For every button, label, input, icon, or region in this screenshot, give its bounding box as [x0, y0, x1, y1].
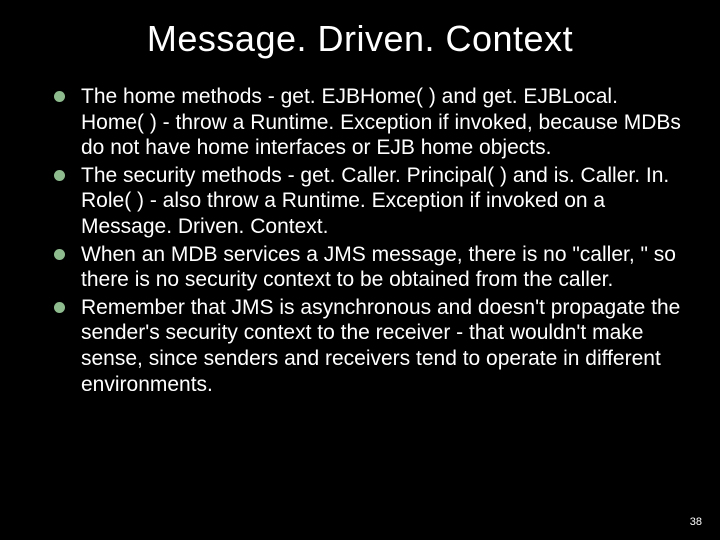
- list-item: Remember that JMS is asynchronous and do…: [54, 295, 684, 397]
- bullet-text: When an MDB services a JMS message, ther…: [81, 242, 684, 293]
- bullet-icon: [54, 249, 65, 260]
- slide: Message. Driven. Context The home method…: [0, 0, 720, 540]
- bullet-text: The home methods - get. EJBHome( ) and g…: [81, 84, 684, 161]
- bullet-icon: [54, 302, 65, 313]
- bullet-icon: [54, 170, 65, 181]
- bullet-text: The security methods - get. Caller. Prin…: [81, 163, 684, 240]
- bullet-icon: [54, 91, 65, 102]
- list-item: The security methods - get. Caller. Prin…: [54, 163, 684, 240]
- page-number: 38: [690, 516, 702, 528]
- slide-content: The home methods - get. EJBHome( ) and g…: [36, 84, 684, 397]
- list-item: When an MDB services a JMS message, ther…: [54, 242, 684, 293]
- slide-title: Message. Driven. Context: [36, 18, 684, 60]
- list-item: The home methods - get. EJBHome( ) and g…: [54, 84, 684, 161]
- bullet-text: Remember that JMS is asynchronous and do…: [81, 295, 684, 397]
